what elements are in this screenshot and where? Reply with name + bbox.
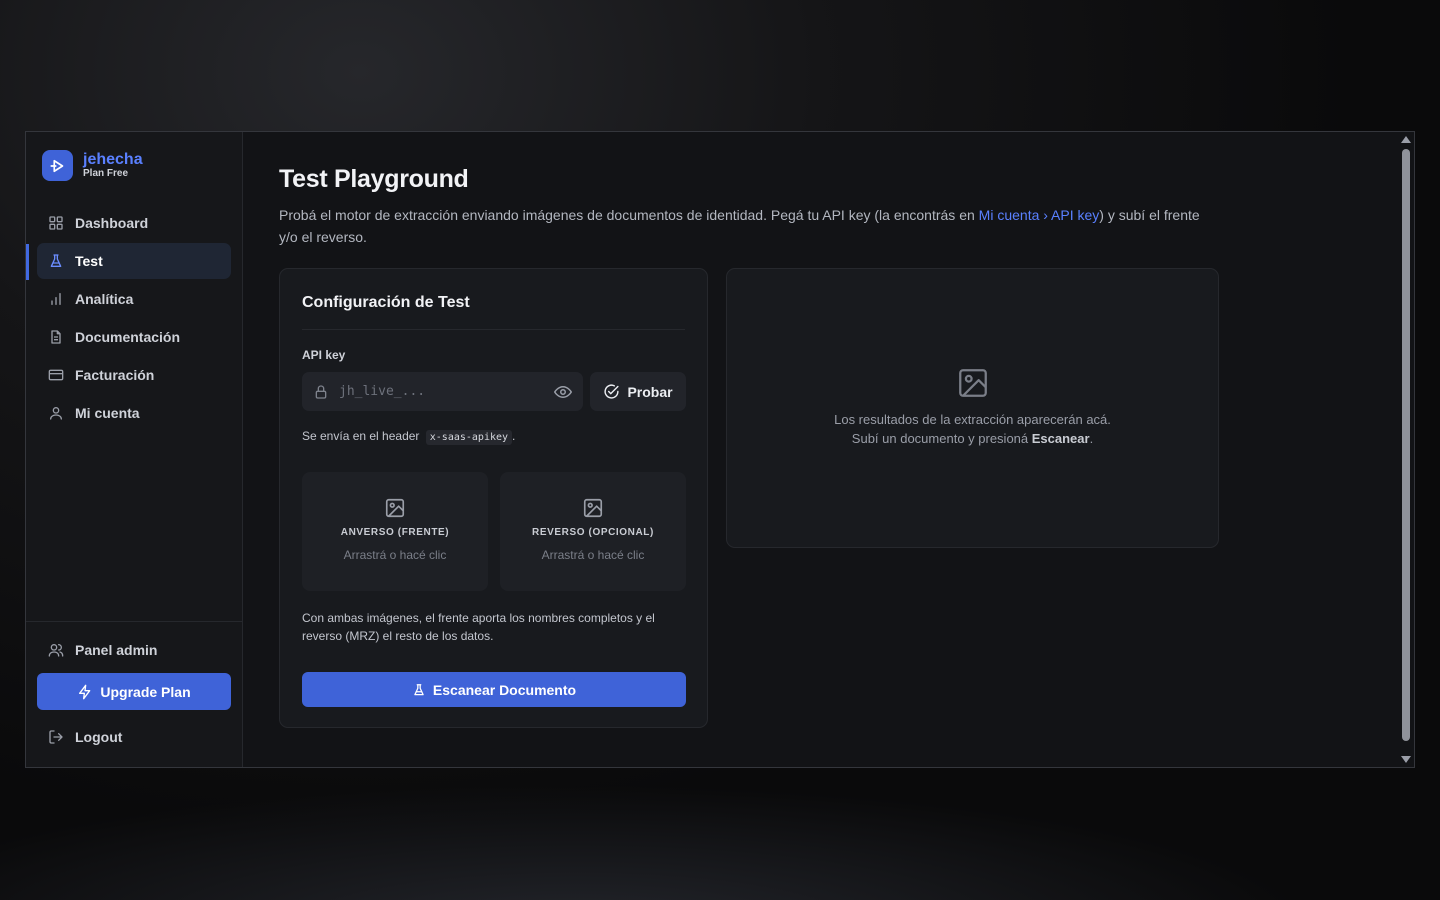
header-note-end: . [512,429,516,443]
sidebar-nav: Dashboard Test Analítica Documentación F… [37,205,231,433]
scan-document-button[interactable]: Escanear Documento [302,672,686,707]
sidebar-item-label: Test [75,253,103,269]
logout-icon [48,729,64,745]
users-icon [48,642,64,658]
sidebar-item-documentacion[interactable]: Documentación [37,319,231,355]
eye-icon[interactable] [554,383,572,401]
sidebar-item-label: Logout [75,729,123,745]
results-hint-prefix: Subí un documento y presioná [851,431,1032,446]
lightning-icon [77,684,93,700]
header-note-text: Se envía en el header [302,429,420,443]
brand-name: jehecha [83,151,143,168]
flask-icon [48,253,64,269]
flask-icon [412,683,426,697]
sidebar-item-label: Panel admin [75,642,158,658]
plan-badge: Plan Free [83,168,129,179]
probar-label: Probar [627,383,673,400]
sidebar-item-label: Mi cuenta [75,405,140,421]
scroll-thumb[interactable] [1402,149,1410,741]
lock-icon [313,384,329,400]
back-dropzone-title: REVERSO (OPCIONAL) [532,527,654,538]
scroll-down-arrow-icon[interactable] [1401,756,1411,763]
sidebar-item-test[interactable]: Test [37,243,231,279]
background-glow [0,760,1440,900]
sidebar-item-logout[interactable]: Logout [37,719,231,755]
front-dropzone-subtitle: Arrastrá o hacé clic [343,548,447,562]
sidebar-item-label: Facturación [75,367,155,383]
results-panel: Los resultados de la extracción aparecer… [726,268,1219,548]
header-note: Se envía en el header x-saas-apikey. [302,429,516,445]
sidebar-item-mi-cuenta[interactable]: Mi cuenta [37,395,231,431]
sidebar-item-label: Dashboard [75,215,149,231]
results-empty-hint: Subí un documento y presioná Escanear. [852,431,1093,446]
probar-button[interactable]: Probar [590,372,686,411]
upgrade-plan-button[interactable]: Upgrade Plan [37,673,231,710]
sidebar-item-panel-admin[interactable]: Panel admin [37,632,231,668]
brand-logo-icon [42,150,73,181]
scroll-up-arrow-icon[interactable] [1401,136,1411,143]
sidebar-item-analitica[interactable]: Analítica [37,281,231,317]
scrollbar[interactable] [1398,132,1414,767]
back-dropzone-subtitle: Arrastrá o hacé clic [541,548,645,562]
main-content: Test Playground Probá el motor de extrac… [279,132,1414,767]
sidebar-footer: Panel admin Upgrade Plan Logout [26,621,242,745]
api-key-field [302,372,583,411]
scan-document-label: Escanear Documento [432,681,577,698]
divider [302,329,685,330]
sidebar: jehecha Plan Free Dashboard Test Analíti… [26,132,243,767]
hint-text: Con ambas imágenes, el frente aporta los… [302,611,655,643]
credit-card-icon [48,367,64,383]
image-icon [384,497,406,519]
api-key-input[interactable] [339,384,554,399]
header-code: x-saas-apikey [425,430,513,445]
upgrade-plan-label: Upgrade Plan [100,683,191,700]
document-icon [48,329,64,345]
page-title: Test Playground [279,165,469,193]
front-dropzone[interactable]: ANVERSO (FRENTE) Arrastrá o hacé clic [302,472,488,591]
back-dropzone[interactable]: REVERSO (OPCIONAL) Arrastrá o hacé clic [500,472,686,591]
card-title: Configuración de Test [302,294,470,311]
sidebar-item-dashboard[interactable]: Dashboard [37,205,231,241]
brand[interactable]: jehecha Plan Free [42,150,143,181]
results-empty-text: Los resultados de la extracción aparecer… [834,412,1111,427]
image-icon [956,366,990,400]
image-icon [582,497,604,519]
api-key-label: API key [302,348,346,362]
app-window: jehecha Plan Free Dashboard Test Analíti… [25,131,1415,768]
test-config-card: Configuración de Test API key Probar Se … [279,268,708,728]
description-text: Probá el motor de extracción enviando im… [279,207,979,223]
grid-icon [48,215,64,231]
check-circle-icon [603,383,620,400]
front-dropzone-title: ANVERSO (FRENTE) [340,527,450,538]
api-key-link[interactable]: Mi cuenta › API key [979,207,1100,223]
page-description: Probá el motor de extracción enviando im… [279,204,1209,248]
bar-chart-icon [48,291,64,307]
sidebar-item-facturacion[interactable]: Facturación [37,357,231,393]
sidebar-item-label: Documentación [75,329,181,345]
user-icon [48,405,64,421]
results-hint-bold: Escanear [1031,431,1090,446]
sidebar-item-label: Analítica [75,291,134,307]
results-hint-suffix: . [1089,431,1094,446]
active-indicator [26,244,29,280]
